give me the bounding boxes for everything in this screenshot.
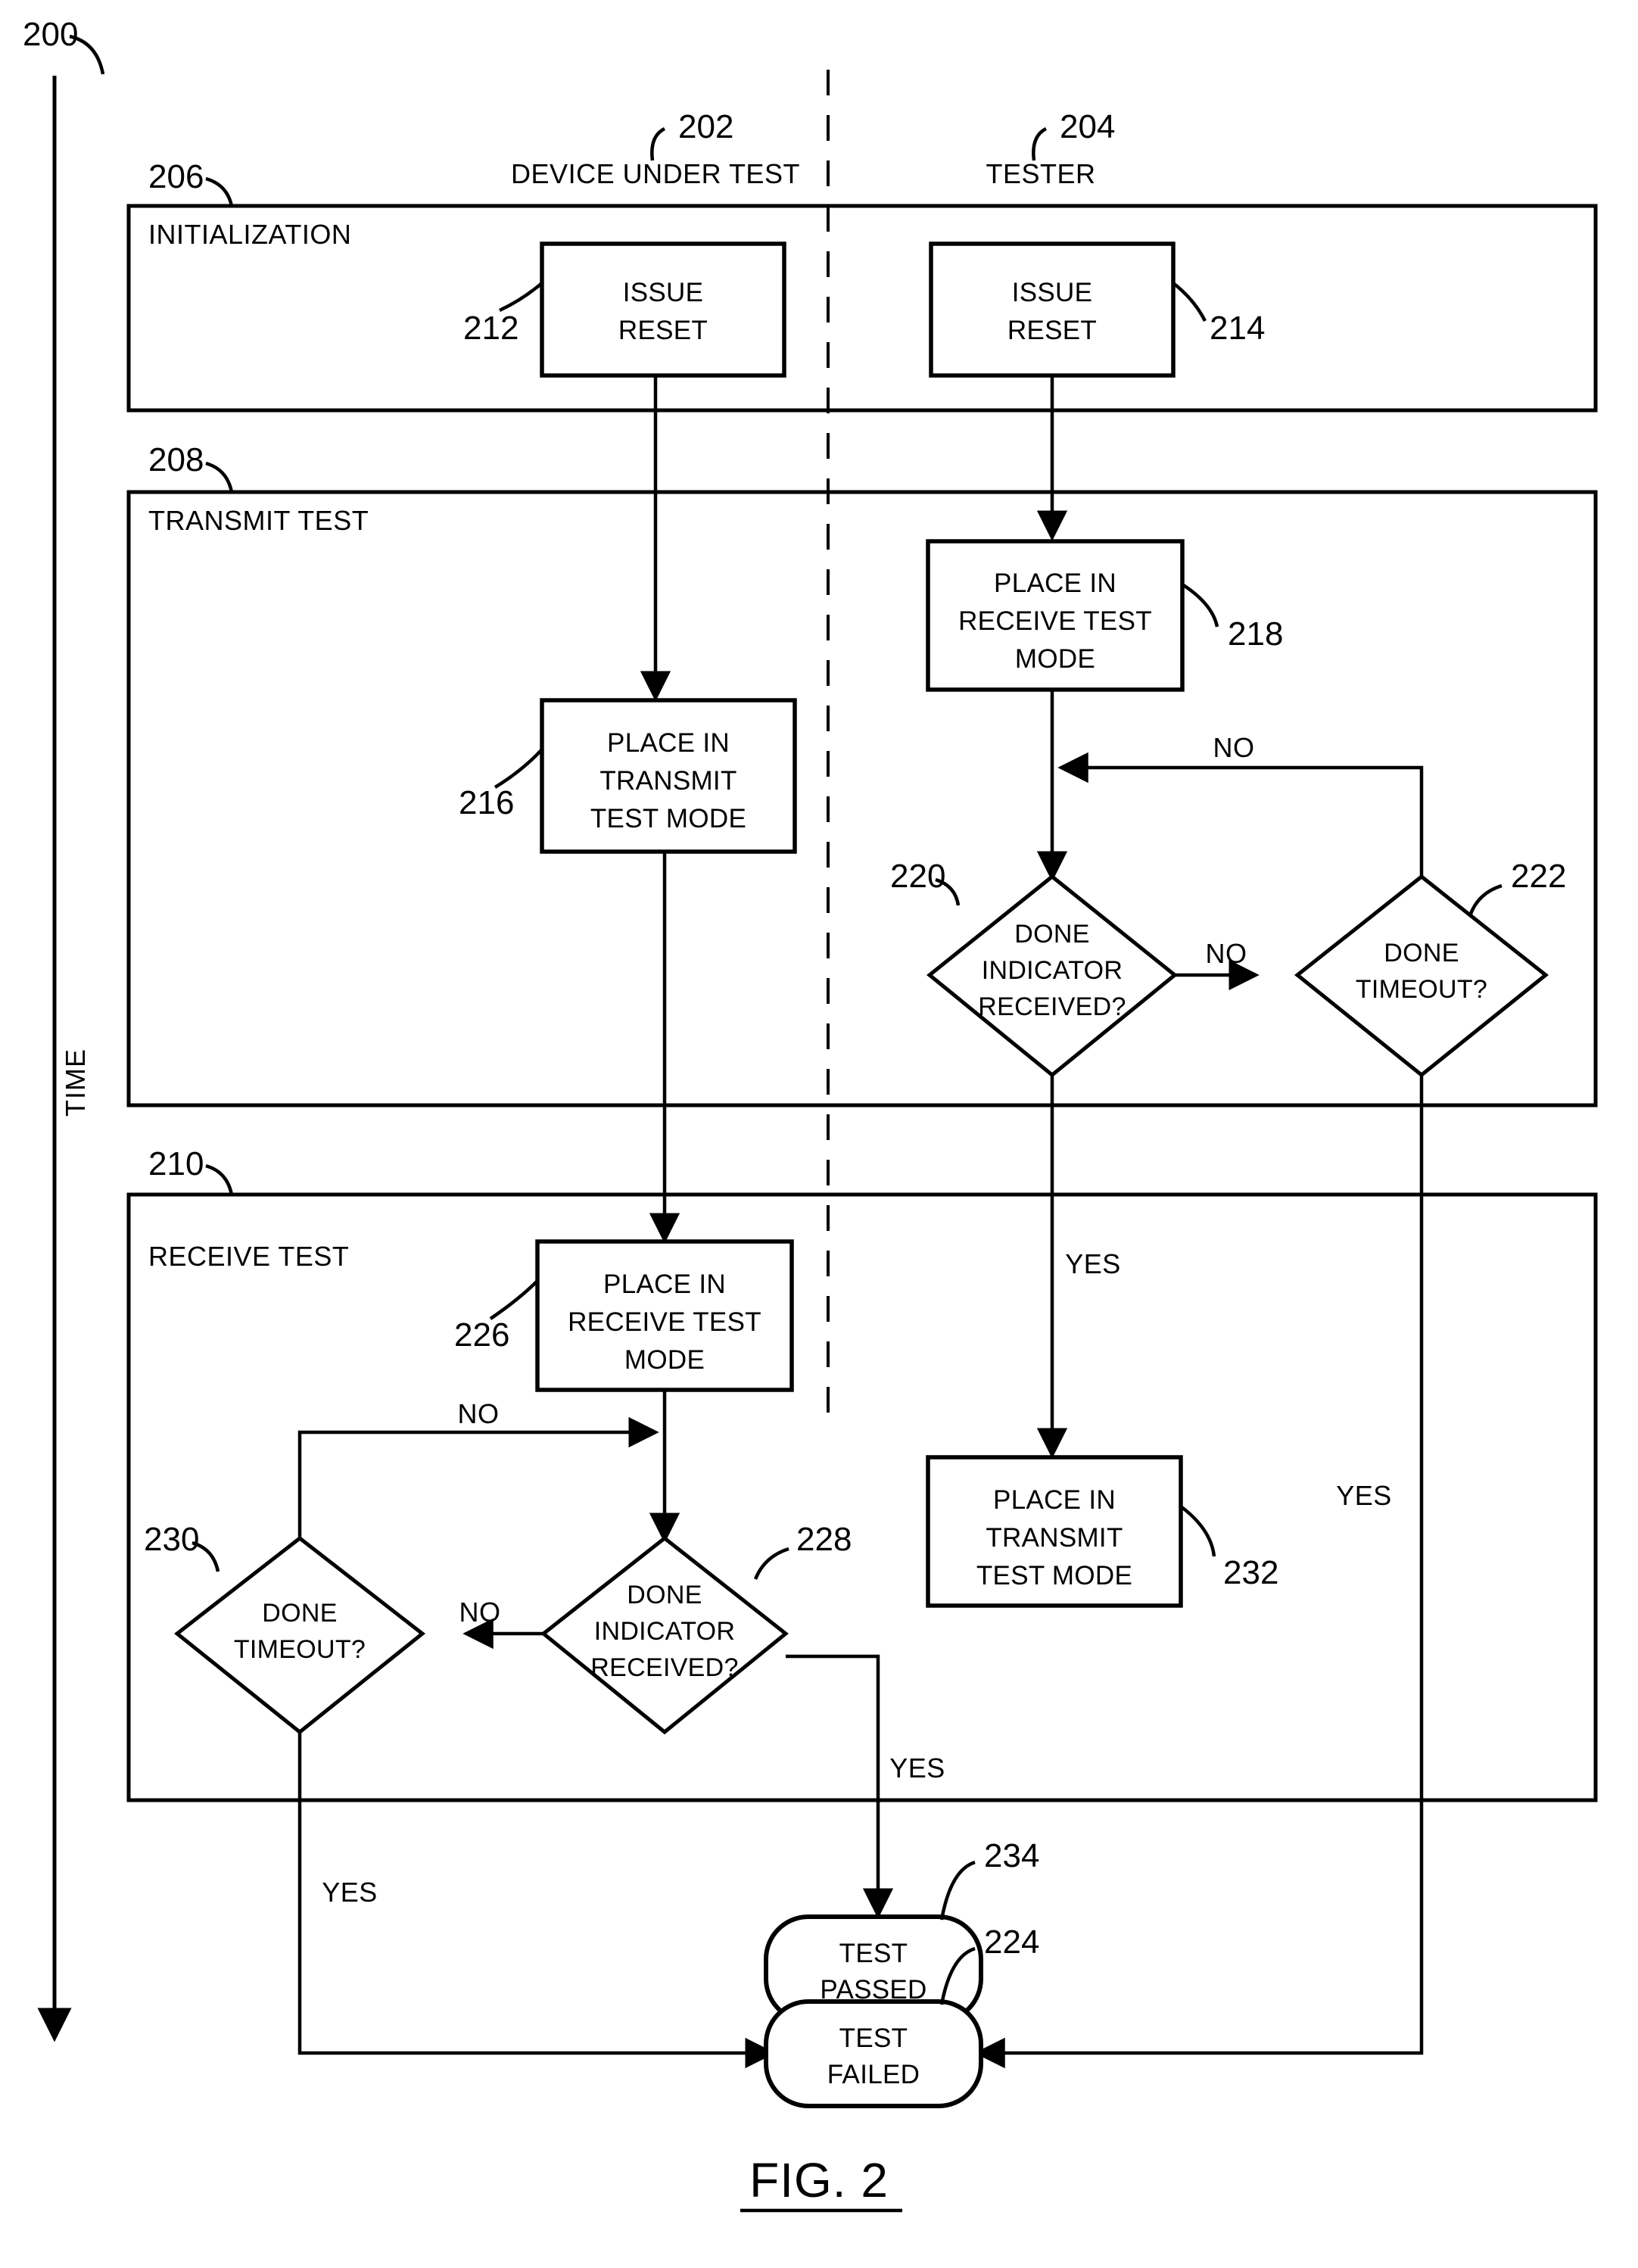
ref-label-234: 234 <box>984 1837 1039 1874</box>
patent-figure-200: TIME 200 DEVICE UNDER TEST 202 TESTER 20… <box>0 0 1638 2268</box>
ref-label-206: 206 <box>148 158 204 195</box>
ref-label-220: 220 <box>890 858 945 895</box>
node-220-line-3: RECEIVED? <box>978 992 1126 1021</box>
node-212-line-2: RESET <box>618 316 708 345</box>
lane-header-dut: DEVICE UNDER TEST 202 <box>511 108 800 189</box>
ref-label-232: 232 <box>1223 1554 1278 1591</box>
ref-label-222: 222 <box>1511 858 1566 895</box>
ref-label-210: 210 <box>148 1145 204 1182</box>
node-224-line-2: FAILED <box>827 2060 920 2089</box>
node-232-line-3: TEST MODE <box>976 1561 1132 1590</box>
lane-label-tester: TESTER <box>986 158 1095 189</box>
flowchart-canvas: TIME 200 DEVICE UNDER TEST 202 TESTER 20… <box>23 16 1598 2213</box>
node-228-line-2: INDICATOR <box>594 1617 736 1646</box>
ref-label-230: 230 <box>144 1521 199 1558</box>
ref-label-216: 216 <box>459 784 514 821</box>
node-222-line-1: DONE <box>1384 939 1459 967</box>
edge-222-no-loop-to-220 <box>1057 752 1424 877</box>
figure-ref-200: 200 <box>23 16 105 75</box>
node-212-line-1: ISSUE <box>623 278 704 307</box>
node-place-in-transmit-test-mode-tester[interactable]: PLACE IN TRANSMIT TEST MODE 232 <box>926 1455 1278 1608</box>
branch-label-230-yes: YES <box>322 1877 378 1908</box>
node-228-line-1: DONE <box>627 1581 702 1609</box>
phase-label-initialization: INITIALIZATION <box>148 219 351 250</box>
node-issue-reset-tester[interactable]: ISSUE RESET 214 <box>929 241 1265 378</box>
ref-label-212: 212 <box>463 310 518 347</box>
ref-label-200: 200 <box>23 16 78 53</box>
node-issue-reset-dut[interactable]: ISSUE RESET 212 <box>463 241 786 378</box>
figure-caption-text: FIG. 2 <box>749 2153 889 2207</box>
node-done-indicator-received-tester[interactable]: DONE INDICATOR RECEIVED? 220 <box>890 858 1178 1078</box>
figure-caption: FIG. 2 <box>740 2153 902 2213</box>
branch-label-222-no: NO <box>1213 732 1255 763</box>
node-place-in-receive-test-mode-tester[interactable]: PLACE IN RECEIVE TEST MODE 218 <box>926 539 1283 692</box>
node-232-line-1: PLACE IN <box>993 1485 1116 1515</box>
node-216-line-3: TEST MODE <box>590 804 746 833</box>
phase-initialization: INITIALIZATION 206 <box>126 158 1598 413</box>
ref-label-204: 204 <box>1060 108 1115 145</box>
node-234-line-1: TEST <box>839 1939 908 1968</box>
node-228-line-3: RECEIVED? <box>590 1653 738 1682</box>
ref-label-214: 214 <box>1210 310 1265 347</box>
lane-label-device-under-test: DEVICE UNDER TEST <box>511 158 800 189</box>
branch-label-230-no: NO <box>458 1398 500 1429</box>
node-220-line-2: INDICATOR <box>982 956 1123 985</box>
node-222-line-2: TIMEOUT? <box>1356 975 1487 1004</box>
node-226-line-1: PLACE IN <box>603 1270 726 1299</box>
node-214-line-1: ISSUE <box>1012 278 1093 307</box>
lane-header-tester: TESTER 204 <box>986 108 1115 189</box>
ref-label-202: 202 <box>678 108 733 145</box>
node-218-line-2: RECEIVE TEST <box>958 606 1152 636</box>
node-224-line-1: TEST <box>839 2023 908 2053</box>
phase-label-receive-test: RECEIVE TEST <box>148 1241 349 1272</box>
ref-label-224: 224 <box>984 1924 1039 1961</box>
edge-228-yes-to-test-passed <box>786 1654 894 1919</box>
node-done-timeout-tester[interactable]: DONE TIMEOUT? 222 <box>1294 858 1566 1078</box>
ref-label-228: 228 <box>796 1521 852 1558</box>
node-place-in-receive-test-mode-dut[interactable]: PLACE IN RECEIVE TEST MODE 226 <box>454 1239 794 1392</box>
ref-label-218: 218 <box>1228 615 1283 653</box>
branch-label-220-yes: YES <box>1065 1248 1121 1279</box>
branch-label-228-yes: YES <box>889 1752 945 1784</box>
node-220-line-1: DONE <box>1014 920 1089 949</box>
time-axis: TIME <box>37 76 91 2042</box>
phase-receive-test: RECEIVE TEST 210 <box>126 1145 1598 1802</box>
node-232-line-2: TRANSMIT <box>986 1523 1123 1553</box>
node-216-line-2: TRANSMIT <box>599 766 736 796</box>
ref-label-226: 226 <box>454 1316 509 1354</box>
branch-label-228-no: NO <box>459 1597 501 1628</box>
branch-label-220-no: NO <box>1206 938 1247 969</box>
ref-label-208: 208 <box>148 441 204 478</box>
node-place-in-transmit-test-mode-dut[interactable]: PLACE IN TRANSMIT TEST MODE 216 <box>459 698 797 854</box>
phase-label-transmit-test: TRANSMIT TEST <box>148 505 369 536</box>
node-218-line-3: MODE <box>1015 644 1095 674</box>
node-226-line-3: MODE <box>624 1345 705 1375</box>
node-done-indicator-received-dut[interactable]: DONE INDICATOR RECEIVED? 228 <box>540 1521 852 1735</box>
node-216-line-1: PLACE IN <box>607 728 730 758</box>
node-218-line-1: PLACE IN <box>994 569 1116 598</box>
node-230-line-1: DONE <box>262 1599 337 1628</box>
node-230-line-2: TIMEOUT? <box>234 1635 366 1664</box>
node-done-timeout-dut[interactable]: DONE TIMEOUT? 230 <box>144 1521 426 1735</box>
node-214-line-2: RESET <box>1007 316 1097 345</box>
node-226-line-2: RECEIVE TEST <box>568 1307 761 1337</box>
edge-230-no-loop-to-228 <box>297 1416 659 1538</box>
branch-label-222-yes: YES <box>1336 1480 1392 1511</box>
time-axis-label: TIME <box>60 1048 91 1117</box>
